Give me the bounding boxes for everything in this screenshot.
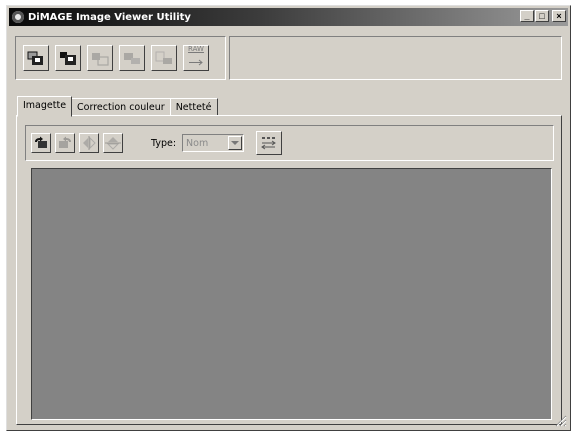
batch-button[interactable] (151, 45, 177, 71)
type-select-value: Nom (186, 137, 209, 149)
flip-horizontal-icon (83, 136, 96, 150)
sort-order-icon (261, 137, 276, 150)
minimize-icon: _ (524, 10, 530, 21)
flip-horizontal-button[interactable] (79, 133, 99, 153)
save-button[interactable] (55, 45, 81, 71)
minimize-button[interactable]: _ (520, 10, 534, 22)
maximize-button[interactable]: □ (535, 10, 549, 22)
print-icon (92, 53, 109, 66)
raw-convert-icon: RAW (187, 45, 205, 71)
rotate-left-button[interactable] (31, 133, 51, 153)
open-folder-button[interactable] (23, 45, 49, 71)
caption-buttons: _ □ × (519, 10, 566, 22)
status-area (229, 36, 562, 80)
raw-label: RAW (188, 45, 204, 53)
raw-convert-button[interactable]: RAW (183, 45, 209, 71)
tab-imagette[interactable]: Imagette (17, 96, 73, 117)
sort-order-button[interactable] (256, 131, 283, 155)
tab-panel: Type: Nom (16, 115, 562, 425)
save-icon (60, 52, 76, 65)
rotate-right-icon (59, 136, 71, 148)
flip-vertical-button[interactable] (103, 133, 123, 153)
close-icon: × (556, 10, 562, 21)
edit-image-button[interactable] (119, 45, 145, 71)
resize-grip-icon[interactable] (555, 415, 567, 427)
app-icon[interactable] (12, 11, 24, 23)
chevron-down-icon[interactable] (228, 136, 243, 150)
type-select[interactable]: Nom (182, 134, 245, 152)
tab-strip: Imagette Correction couleur Netteté (17, 96, 218, 117)
rotate-right-button[interactable] (55, 133, 75, 153)
maximize-icon: □ (539, 10, 545, 21)
open-folder-icon (27, 51, 43, 65)
thumbnail-toolbar: Type: Nom (25, 125, 554, 161)
thumbnail-area[interactable] (31, 168, 552, 420)
edit-image-icon (124, 53, 140, 64)
print-button[interactable] (87, 45, 113, 71)
title-bar[interactable]: DiMAGE Image Viewer Utility _ □ × (9, 8, 568, 26)
app-window: DiMAGE Image Viewer Utility _ □ × RAW Im… (6, 5, 571, 431)
main-toolbar: RAW (15, 36, 226, 80)
rotate-left-icon (35, 136, 47, 148)
batch-icon (155, 51, 172, 64)
close-button[interactable]: × (552, 10, 566, 22)
window-title: DiMAGE Image Viewer Utility (28, 11, 191, 23)
flip-vertical-icon (105, 137, 121, 150)
type-label: Type: (151, 137, 177, 149)
